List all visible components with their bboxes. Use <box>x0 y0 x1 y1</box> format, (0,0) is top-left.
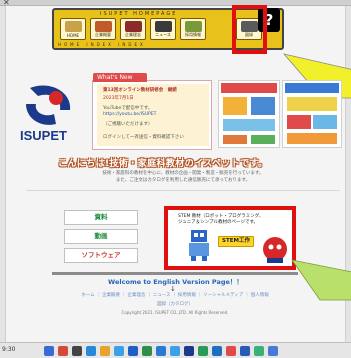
app-icon[interactable] <box>100 346 110 356</box>
catalog-thumbnail[interactable] <box>282 80 342 148</box>
app-icon[interactable] <box>114 346 124 356</box>
app-icon[interactable] <box>184 346 194 356</box>
nav-item-philosophy[interactable]: 企業理念 <box>120 18 146 40</box>
app-icon[interactable] <box>240 346 250 356</box>
intro-text: 技術・家庭科の教材を中心に、教材の企画・開発・製造・販売を行っています。 また、… <box>58 170 308 184</box>
footer-links[interactable]: ホーム ｜ 企業概要 ｜ 企業理念 ｜ ニュース ｜ 採用情報 ｜ ソーシャルメ… <box>60 292 290 300</box>
section-bar <box>52 272 298 275</box>
stem-badge: STEM工作 <box>218 236 254 247</box>
stem-banner[interactable]: STEM 教材（ロボット・プログラミング、 ジュニア＆シンプル教材のページです。… <box>164 206 296 270</box>
home-icon <box>65 21 82 32</box>
app-icon[interactable] <box>72 346 82 356</box>
app-icon[interactable] <box>142 346 152 356</box>
news-link[interactable]: https://youtu.be/ISUPET <box>103 112 156 117</box>
company-logo[interactable]: ISUPET <box>20 84 76 144</box>
site-name: ISUPET HOMEPAGE <box>100 11 178 17</box>
news-line: YouTubeで配信中です。 <box>103 106 153 111</box>
catalog-thumbnails <box>218 80 344 150</box>
app-icon[interactable] <box>212 346 222 356</box>
nav-item-label: ニュース <box>155 32 171 37</box>
video-button[interactable]: 動画 <box>64 229 138 244</box>
nav-item-label: HOME <box>66 33 80 38</box>
nav-item-company[interactable]: 企業概要 <box>90 18 116 40</box>
catalog-cover-icon <box>221 83 277 144</box>
building-icon <box>95 21 112 32</box>
intro-line: また、ご注文はカタログを利用した通信販売にて承っております。 <box>115 178 251 183</box>
catalog-cover-icon <box>285 83 339 144</box>
news-line: （ご視聴いただけます） <box>103 122 153 127</box>
app-icon[interactable] <box>268 346 278 356</box>
nav-item-news[interactable]: ニュース <box>150 18 176 40</box>
logo-brand-text: ISUPET <box>20 128 67 143</box>
taskbar: 9:30 <box>0 342 351 358</box>
footer-catalog-link[interactable]: 図録（カタログ） <box>60 301 290 307</box>
app-icon[interactable] <box>156 346 166 356</box>
nav-item-label: 採用情報 <box>185 32 201 37</box>
app-icon[interactable] <box>86 346 96 356</box>
highlight-box-catalog <box>232 5 267 54</box>
recruit-icon <box>185 21 202 32</box>
news-card[interactable]: 第13回オンライン教材研修会 継続 2023年7月1日 YouTubeで配信中で… <box>97 84 209 146</box>
news-title: 第13回オンライン教材研修会 継続 <box>103 88 177 93</box>
stem-line: ジュニア＆シンプル教材のページです。 <box>178 220 259 225</box>
catalog-thumbnail[interactable] <box>218 80 280 148</box>
app-icon[interactable] <box>254 346 264 356</box>
software-button[interactable]: ソフトウェア <box>64 248 138 263</box>
app-icon[interactable] <box>58 346 68 356</box>
logo-mark-icon <box>26 85 71 125</box>
nav-item-home[interactable]: HOME <box>60 18 86 40</box>
app-icon[interactable] <box>44 346 54 356</box>
whats-new-panel: What's New 第13回オンライン教材研修会 継続 2023年7月1日 Y… <box>92 73 212 150</box>
materials-button[interactable]: 資料 <box>64 210 138 225</box>
nav-subcaption: HOME INDEX INDEX <box>58 42 146 47</box>
news-icon <box>155 21 172 32</box>
nav-item-label: 企業概要 <box>95 32 111 37</box>
app-icon[interactable] <box>170 346 180 356</box>
nav-item-label: 企業理念 <box>125 32 141 37</box>
clock: 9:30 <box>2 346 16 353</box>
app-icon[interactable] <box>198 346 208 356</box>
app-icon[interactable] <box>128 346 138 356</box>
heart-icon <box>125 21 142 32</box>
news-line: ログインして一斉送信・資料確認下さい <box>103 135 184 140</box>
robot-icon <box>189 230 209 261</box>
intro-line: 技術・家庭科の教材を中心に、教材の企画・開発・製造・販売を行っています。 <box>102 171 264 176</box>
welcome-tagline: こんにちは!技術・家庭科教材のイスペットです。 <box>58 159 268 169</box>
window-top-bar: ✕ <box>0 0 351 7</box>
left-edge <box>0 6 6 342</box>
copyright: Copyright 2021. ISUPET CO.,LTD. All Righ… <box>121 310 229 315</box>
app-icon[interactable] <box>226 346 236 356</box>
news-date: 2023年7月1日 <box>103 96 134 101</box>
character-icon <box>263 237 287 263</box>
stem-description: STEM 教材（ロボット・プログラミング、 ジュニア＆シンプル教材のページです。 <box>178 214 263 226</box>
nav-item-recruit[interactable]: 採用情報 <box>180 18 206 40</box>
whats-new-tab: What's New <box>93 73 147 82</box>
